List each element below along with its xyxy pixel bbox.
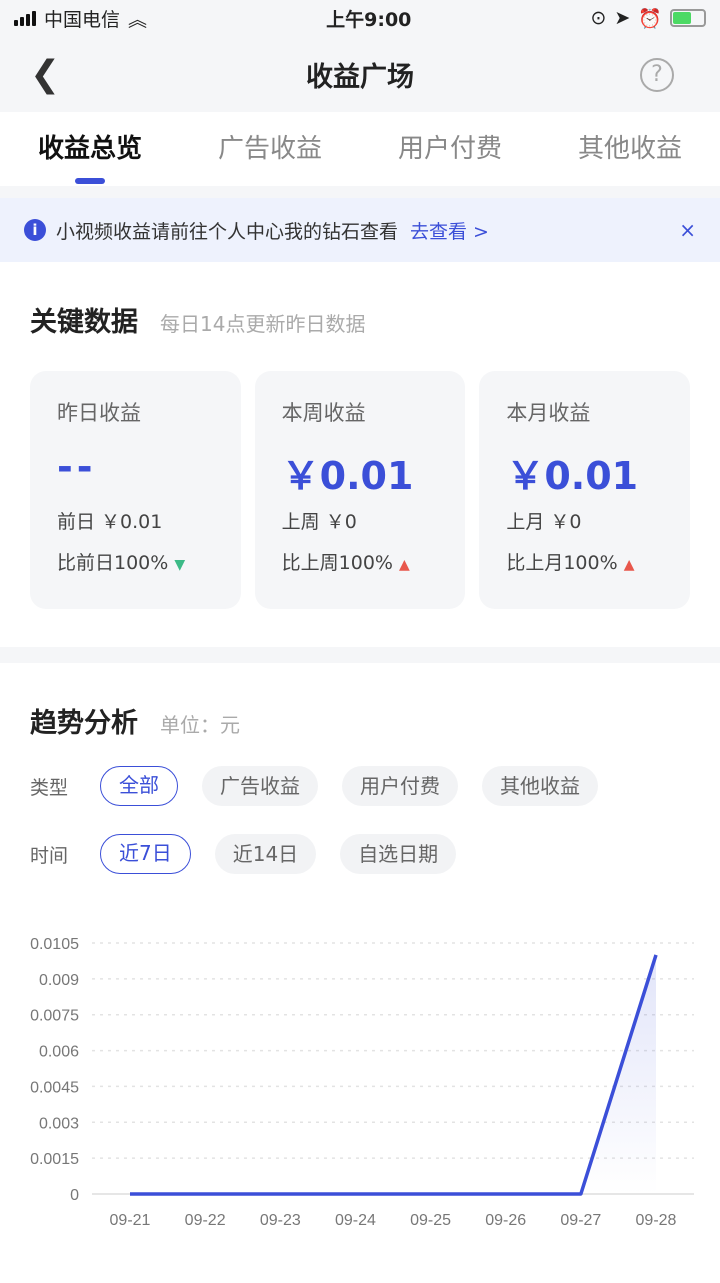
metric-value: -- [57,445,97,489]
signal-icon [14,10,36,26]
battery-icon [670,9,706,27]
metric-compare: 比上周100% ▲ [282,548,439,575]
metric-value: ￥0.01 [506,454,639,498]
compare-text: 比上月100% [506,552,618,574]
y-tick-label: 0.0015 [30,1151,79,1168]
alarm-icon: ⏰ [638,7,662,30]
info-icon: i [24,219,46,241]
rotation-lock-icon: ⊙ [590,7,607,29]
y-tick-label: 0.0105 [30,936,79,953]
type-chip-user[interactable]: 用户付费 [342,766,458,806]
time-chip-7d[interactable]: 近7日 [100,834,191,874]
time-chip-custom[interactable]: 自选日期 [340,834,457,874]
metric-card: 昨日收益 -- 前日 ￥0.01 比前日100% ▼ [30,371,241,609]
help-icon[interactable]: ? [640,58,674,92]
type-chip-other[interactable]: 其他收益 [482,766,598,806]
type-filter: 类型 全部 广告收益 用户付费 其他收益 [30,766,690,806]
metric-compare: 比上月100% ▲ [506,548,663,575]
triangle-up-icon: ▲ [399,557,410,573]
x-tick-label: 09-21 [110,1212,151,1229]
nav-bar: ❮ 收益广场 ? [0,36,720,112]
section-title: 趋势分析 [30,708,138,739]
x-tick-label: 09-24 [335,1212,376,1229]
y-tick-label: 0.003 [39,1115,79,1132]
x-tick-label: 09-23 [260,1212,301,1229]
page-title: 收益广场 [306,61,414,93]
metric-label: 本月收益 [506,401,591,425]
x-tick-label: 09-28 [636,1212,677,1229]
tab-overview[interactable]: 收益总览 [38,112,142,186]
triangle-down-icon: ▼ [174,557,186,573]
key-data-section: 关键数据 每日14点更新昨日数据 昨日收益 -- 前日 ￥0.01 比前日100%… [0,262,720,647]
chevron-left-icon[interactable]: ❮ [30,54,60,95]
section-subtitle: 每日14点更新昨日数据 [160,312,366,336]
metric-card: 本周收益 ￥0.01 上周 ￥0 比上周100% ▲ [254,371,466,609]
metric-label: 昨日收益 [57,401,141,425]
x-tick-label: 09-22 [185,1212,226,1229]
metric-previous: 前日 ￥0.01 [57,511,163,533]
section-title: 关键数据 [30,307,138,338]
y-tick-label: 0.0075 [30,1008,79,1025]
filter-label: 时间 [30,844,69,867]
y-tick-label: 0.006 [39,1044,79,1061]
metric-value: ￥0.01 [281,454,414,498]
trend-chart: 0 0.0015 0.003 0.0045 0.006 0.0075 0.009 0.0105… [30,936,694,1229]
y-tick-label: 0.0045 [30,1079,79,1096]
close-icon[interactable]: × [679,218,696,242]
time-filter: 时间 近7日 近14日 自选日期 [30,834,690,874]
y-tick-label: 0 [70,1187,79,1204]
x-tick-label: 09-27 [560,1212,601,1229]
metric-compare: 比前日100% ▼ [57,548,214,575]
metric-label: 本周收益 [281,401,366,425]
tab-user-payment[interactable]: 用户付费 [398,112,502,186]
compare-text: 比上周100% [281,552,393,574]
metric-previous: 上月 ￥0 [506,511,582,533]
y-tick-label: 0.009 [39,972,79,989]
location-icon: ➤ [614,7,631,29]
unit-label: 单位：元 [160,713,240,737]
metric-previous: 上周 ￥0 [281,511,357,533]
x-tick-label: 09-25 [410,1212,451,1229]
tab-bar: 收益总览 广告收益 用户付费 其他收益 [0,112,720,186]
clock: 上午9:00 [326,8,412,31]
status-bar: 中国电信 ︽ 上午9:00 ⊙ ➤ ⏰ [0,0,720,36]
time-chip-14d[interactable]: 近14日 [214,834,317,874]
wifi-icon: ︽ [128,8,148,31]
series-area [130,954,656,1194]
type-chip-all[interactable]: 全部 [100,766,178,806]
tab-other-revenue[interactable]: 其他收益 [578,112,682,186]
filter-label: 类型 [30,776,69,799]
triangle-up-icon: ▲ [623,557,635,573]
x-tick-label: 09-26 [485,1212,526,1229]
metric-card: 本月收益 ￥0.01 上月 ￥0 比上月100% ▲ [479,371,691,609]
compare-text: 比前日100% [57,552,169,574]
notice-banner: i 小视频收益请前往个人中心我的钻石查看 去查看 > × [0,198,720,262]
carrier: 中国电信 [44,8,121,31]
notice-link[interactable]: 去查看 > [410,217,489,244]
type-chip-ad[interactable]: 广告收益 [202,766,318,806]
notice-text: 小视频收益请前往个人中心我的钻石查看 [56,220,399,243]
series-line [130,954,658,1196]
tab-ad-revenue[interactable]: 广告收益 [218,112,322,186]
